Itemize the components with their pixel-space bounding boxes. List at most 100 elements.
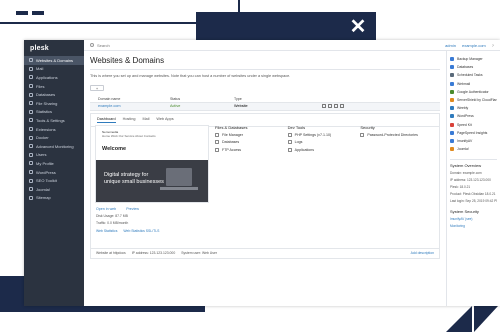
- table-row[interactable]: example.com Active Website: [90, 102, 440, 111]
- status-badge[interactable]: Active: [170, 104, 234, 108]
- open-icon[interactable]: [322, 104, 326, 109]
- nav-icon: [29, 127, 33, 132]
- overview-ip: IP address: 123.123.123.000: [450, 178, 491, 183]
- website-at[interactable]: Website at httpdocs: [96, 251, 126, 255]
- copy-icon[interactable]: [334, 104, 338, 109]
- sidebar-nav: Websites & Domains Mail Applications Files D…: [24, 56, 84, 202]
- sidebar-item[interactable]: Joomla!: [24, 185, 84, 194]
- subscription-menu[interactable]: example.com: [462, 43, 486, 48]
- column-header-domain[interactable]: Domain name: [90, 97, 170, 101]
- extension-link[interactable]: ImunifyAV: [450, 137, 497, 145]
- extension-icon: [450, 122, 454, 127]
- extension-icon: [450, 130, 454, 135]
- tool-link[interactable]: FTP Access: [215, 147, 288, 152]
- add-domain-button[interactable]: +: [90, 84, 104, 91]
- preview-hero: Digital strategy for unique small busine…: [96, 159, 208, 202]
- domain-link[interactable]: example.com: [90, 104, 170, 108]
- tab[interactable]: Web Apps: [156, 117, 173, 123]
- sidebar-item[interactable]: Mail: [24, 65, 84, 74]
- extension-link[interactable]: Weebly: [450, 104, 497, 112]
- settings-icon[interactable]: [328, 104, 332, 109]
- sidebar-item[interactable]: Users: [24, 151, 84, 160]
- extension-label: Webmail: [457, 81, 471, 86]
- nav-icon: [29, 58, 33, 63]
- preview-header: Nemomedia Home Work Our Service About Co…: [96, 126, 208, 158]
- sidebar-item[interactable]: SEO Toolkit: [24, 176, 84, 185]
- preview-link[interactable]: Preview: [126, 207, 139, 211]
- overview-last-login: Last login: Sep 25, 2019 09:42 PM: [450, 199, 497, 204]
- preview-heading: Welcome: [102, 145, 127, 152]
- nav-icon: [29, 101, 33, 106]
- system-user[interactable]: System user: Web User: [181, 251, 217, 255]
- user-menu[interactable]: admin: [445, 43, 456, 48]
- tool-column: Security Password-Protected Directories: [360, 125, 433, 156]
- add-description-link[interactable]: Add description: [411, 251, 434, 255]
- extension-link[interactable]: Speed Kit: [450, 121, 497, 129]
- tool-link[interactable]: Applications: [287, 147, 361, 152]
- sidebar-item[interactable]: Applications: [24, 73, 84, 82]
- column-title: Files & Databases: [215, 124, 248, 130]
- nav-icon: [29, 170, 33, 175]
- sidebar-item[interactable]: Advanced Monitoring: [24, 142, 84, 151]
- nav-icon: [29, 92, 33, 97]
- column-header-type[interactable]: Type: [234, 97, 294, 101]
- traffic: Traffic: 0.0 MB/month: [96, 220, 129, 225]
- extension-link[interactable]: Google Authenticator: [450, 88, 497, 96]
- security-monitoring-link[interactable]: Monitoring: [450, 224, 497, 228]
- tool-icon: [215, 140, 219, 145]
- sidebar-item[interactable]: Tools & Settings: [24, 116, 84, 125]
- tool-icon: [360, 132, 365, 137]
- sidebar-item[interactable]: My Profile: [24, 159, 84, 168]
- extension-label: Google Authenticator: [457, 89, 489, 94]
- web-statistics-link[interactable]: Web Statistics: [96, 229, 117, 233]
- tab[interactable]: Mail: [142, 117, 149, 123]
- sidebar-item[interactable]: File Sharing: [24, 99, 84, 108]
- extension-icon: [450, 98, 454, 103]
- sidebar-item[interactable]: Statistics: [24, 108, 84, 117]
- extension-label: Scheduled Tasks: [457, 73, 483, 78]
- sidebar-item-label: WordPress: [36, 169, 56, 175]
- extension-label: ServerShield by CloudFlare: [457, 98, 497, 103]
- extension-link[interactable]: ServerShield by CloudFlare: [450, 96, 497, 104]
- extension-link[interactable]: Webmail: [450, 80, 497, 88]
- search-input[interactable]: Search: [97, 43, 110, 48]
- page-description: This is where you set up and manage webs…: [90, 73, 291, 78]
- web-statistics-ssl-link[interactable]: Web Statistics SSL/TLS: [123, 229, 159, 233]
- sidebar-item[interactable]: Files: [24, 82, 84, 91]
- nav-icon: [29, 109, 33, 114]
- delete-icon[interactable]: [340, 104, 344, 109]
- plesk-logo[interactable]: plesk: [24, 40, 84, 56]
- sidebar-item-label: Docker: [36, 135, 49, 141]
- tool-link[interactable]: PHP Settings (v7.1.10): [287, 132, 361, 137]
- column-header-status[interactable]: Status: [170, 97, 234, 101]
- sidebar-item[interactable]: Docker: [24, 133, 84, 142]
- extension-link[interactable]: Joomla!: [450, 145, 497, 153]
- sidebar-item[interactable]: Extensions: [24, 125, 84, 134]
- sidebar-item[interactable]: WordPress: [24, 168, 84, 177]
- extension-icon: [450, 106, 454, 111]
- tab[interactable]: Dashboard: [97, 117, 116, 123]
- sidebar-item[interactable]: Websites & Domains: [24, 56, 84, 65]
- extension-link[interactable]: Scheduled Tasks: [450, 71, 497, 79]
- nav-icon: [29, 84, 33, 89]
- extension-link[interactable]: WordPress: [450, 112, 497, 120]
- tab[interactable]: Hosting: [123, 117, 136, 123]
- security-imunify-link[interactable]: ImunifyAV (see): [450, 217, 497, 221]
- hero-line: Digital strategy for: [104, 171, 149, 178]
- extension-link[interactable]: PageSpeed Insights: [450, 129, 497, 137]
- extension-link[interactable]: Backup Manager: [450, 55, 497, 63]
- decorative-triangle: [446, 306, 472, 332]
- sidebar-item[interactable]: Sitemap: [24, 194, 84, 203]
- tool-link[interactable]: Logs: [287, 140, 361, 145]
- extension-link[interactable]: Databases: [450, 63, 497, 71]
- search-icon[interactable]: [90, 43, 94, 47]
- tool-link[interactable]: Databases: [215, 140, 288, 145]
- tool-link[interactable]: File Manager: [215, 132, 288, 137]
- website-preview[interactable]: Nemomedia Home Work Our Service About Co…: [95, 124, 209, 203]
- sidebar-item[interactable]: Databases: [24, 90, 84, 99]
- help-icon[interactable]: ?: [492, 43, 494, 48]
- open-in-web-link[interactable]: Open in web: [96, 207, 116, 211]
- tool-column: Dev Tools PHP Settings (v7.1.10) Logs Appli…: [287, 125, 361, 156]
- tool-link[interactable]: Password-Protected Directories: [360, 132, 433, 137]
- sidebar-item-label: Joomla!: [36, 186, 51, 192]
